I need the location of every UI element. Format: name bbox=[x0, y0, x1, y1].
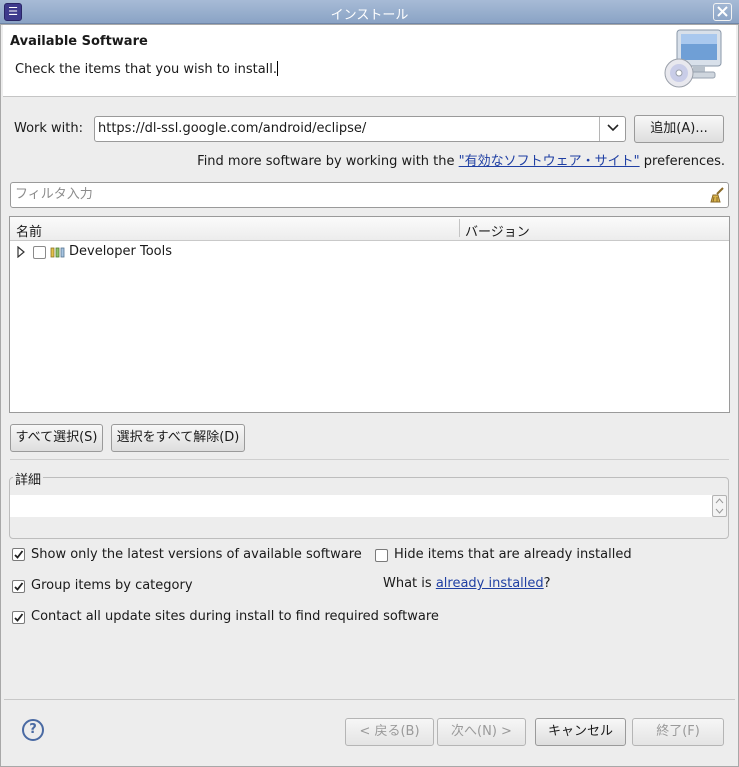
checkmark-icon bbox=[14, 613, 24, 622]
clear-filter-icon[interactable] bbox=[709, 187, 725, 203]
what-is-suffix: ? bbox=[543, 576, 551, 591]
filter-input[interactable] bbox=[15, 187, 695, 202]
deselect-all-button[interactable]: 選択をすべて解除(D) bbox=[111, 424, 245, 452]
scroll-arrows-icon bbox=[715, 498, 724, 514]
window-title: インストール bbox=[330, 8, 409, 23]
banner-title: Available Software bbox=[10, 34, 148, 49]
close-button[interactable] bbox=[713, 3, 732, 21]
contact-all-sites-label[interactable]: Contact all update sites during install … bbox=[31, 609, 439, 624]
row-checkbox[interactable] bbox=[33, 246, 46, 259]
hide-installed-checkbox[interactable] bbox=[375, 549, 388, 562]
work-with-dropdown-button[interactable] bbox=[600, 117, 625, 141]
close-icon bbox=[717, 6, 728, 17]
header-banner: Available Software Check the items that … bbox=[3, 25, 736, 97]
banner-description: Check the items that you wish to install… bbox=[15, 61, 279, 77]
title-bar[interactable]: ☰ インストール bbox=[0, 0, 739, 24]
details-scrollbar[interactable] bbox=[712, 495, 727, 517]
group-by-category-label[interactable]: Group items by category bbox=[31, 578, 193, 593]
latest-versions-checkbox[interactable] bbox=[12, 548, 25, 561]
column-header-name[interactable]: 名前 bbox=[16, 221, 42, 240]
available-sites-link[interactable]: "有効なソフトウェア・サイト" bbox=[459, 154, 640, 169]
checkmark-icon bbox=[14, 582, 24, 591]
work-with-combo[interactable]: https://dl-ssl.google.com/android/eclips… bbox=[94, 116, 626, 142]
category-icon bbox=[50, 247, 65, 258]
help-icon[interactable]: ? bbox=[22, 719, 44, 741]
checkmark-icon bbox=[14, 550, 24, 559]
column-header-version[interactable]: バージョン bbox=[465, 221, 530, 240]
filter-box[interactable] bbox=[10, 182, 729, 208]
cancel-button[interactable]: キャンセル bbox=[535, 718, 626, 746]
table-row[interactable]: Developer Tools bbox=[10, 242, 729, 262]
contact-all-sites-checkbox[interactable] bbox=[12, 611, 25, 624]
what-is-prefix: What is bbox=[383, 576, 436, 591]
find-more-suffix: preferences. bbox=[639, 154, 725, 169]
work-with-value[interactable]: https://dl-ssl.google.com/android/eclips… bbox=[98, 121, 366, 136]
details-legend: 詳細 bbox=[13, 469, 44, 488]
what-is-installed-text: What is already installed? bbox=[383, 576, 551, 591]
divider bbox=[10, 459, 729, 460]
table-header: 名前 バージョン bbox=[10, 217, 729, 241]
text-cursor bbox=[277, 61, 279, 76]
install-computer-icon bbox=[664, 29, 722, 88]
footer-divider bbox=[4, 699, 735, 700]
column-separator[interactable] bbox=[459, 219, 460, 237]
select-all-button[interactable]: すべて選択(S) bbox=[10, 424, 103, 452]
next-button[interactable]: 次へ(N) > bbox=[437, 718, 526, 746]
find-more-prefix: Find more software by working with the bbox=[197, 154, 459, 169]
hide-installed-label[interactable]: Hide items that are already installed bbox=[394, 547, 632, 562]
details-text-area[interactable] bbox=[10, 495, 712, 517]
add-site-button[interactable]: 追加(A)... bbox=[634, 115, 724, 143]
work-with-label: Work with: bbox=[14, 121, 84, 136]
group-by-category-checkbox[interactable] bbox=[12, 580, 25, 593]
expand-arrow-icon[interactable] bbox=[15, 246, 27, 258]
latest-versions-label[interactable]: Show only the latest versions of availab… bbox=[31, 547, 362, 562]
back-button[interactable]: < 戻る(B) bbox=[345, 718, 434, 746]
already-installed-link[interactable]: already installed bbox=[436, 576, 544, 591]
banner-description-text: Check the items that you wish to install… bbox=[15, 62, 278, 77]
finish-button[interactable]: 終了(F) bbox=[632, 718, 724, 746]
software-tree-table[interactable]: 名前 バージョン Developer Tools bbox=[9, 216, 730, 413]
row-label: Developer Tools bbox=[69, 244, 173, 259]
chevron-down-icon bbox=[606, 124, 619, 132]
find-more-text: Find more software by working with the "… bbox=[0, 150, 725, 169]
